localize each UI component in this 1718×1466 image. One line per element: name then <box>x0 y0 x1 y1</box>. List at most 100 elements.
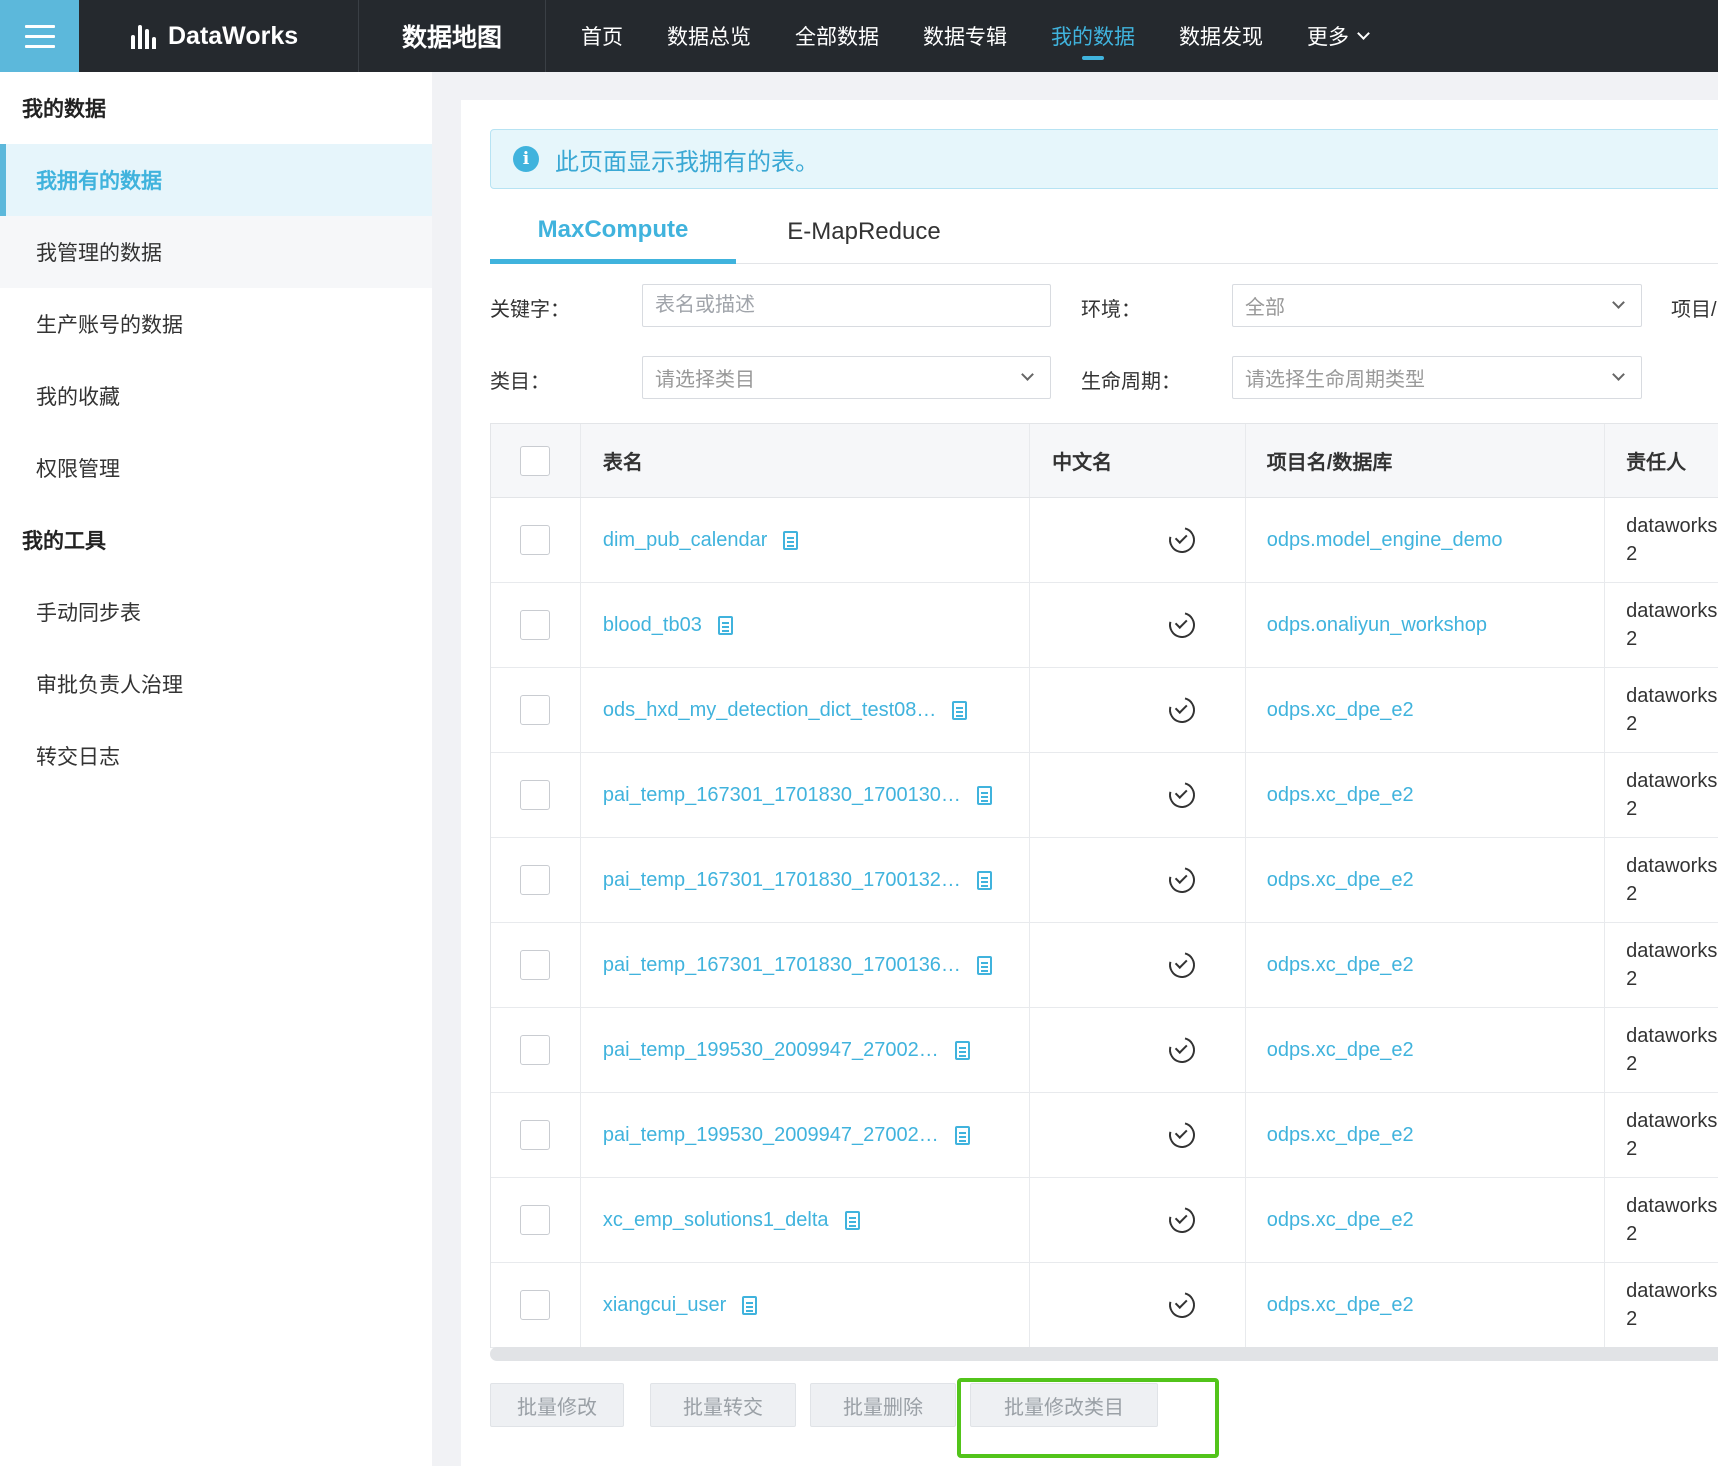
owner-line-1: dataworks <box>1626 600 1718 622</box>
header-owner: 责任人 <box>1626 452 1687 474</box>
project-cell: odps.xc_dpe_e2 <box>1246 1178 1606 1262</box>
nav-all-data[interactable]: 全部数据 <box>773 0 901 72</box>
category-label: 类目： <box>490 371 550 393</box>
project-link[interactable]: odps.xc_dpe_e2 <box>1267 869 1414 892</box>
chevron-down-icon <box>1357 27 1370 40</box>
dataworks-logo-icon <box>131 23 156 49</box>
edit-icon[interactable] <box>1164 522 1201 558</box>
table-name-link[interactable]: pai_temp_199530_2009947_27002… <box>603 1039 939 1062</box>
keyword-label: 关键字： <box>490 299 570 321</box>
table-name-cell: pai_temp_167301_1701830_1700132… <box>581 838 1031 922</box>
project-link[interactable]: odps.xc_dpe_e2 <box>1267 1294 1414 1317</box>
lifecycle-label: 生命周期： <box>1081 371 1181 393</box>
copy-document-icon[interactable] <box>976 785 992 805</box>
keyword-search-input[interactable] <box>642 284 1051 327</box>
sidebar: 我的数据 我拥有的数据 我管理的数据 生产账号的数据 我的收藏 权限管理 我的工… <box>0 72 432 1466</box>
copy-document-icon[interactable] <box>717 615 733 635</box>
project-link[interactable]: odps.xc_dpe_e2 <box>1267 699 1414 722</box>
table-name-link[interactable]: dim_pub_calendar <box>603 529 768 552</box>
nav-more[interactable]: 更多 <box>1285 0 1390 72</box>
project-link[interactable]: odps.xc_dpe_e2 <box>1267 1124 1414 1147</box>
nav-albums[interactable]: 数据专辑 <box>901 0 1029 72</box>
edit-icon[interactable] <box>1164 1287 1201 1323</box>
edit-icon[interactable] <box>1164 1117 1201 1153</box>
lifecycle-placeholder: 请选择生命周期类型 <box>1245 369 1425 391</box>
nav-home[interactable]: 首页 <box>559 0 645 72</box>
row-checkbox[interactable] <box>520 1035 551 1065</box>
menu-icon[interactable] <box>0 0 79 72</box>
lifecycle-select[interactable]: 请选择生命周期类型 <box>1232 356 1642 399</box>
row-checkbox[interactable] <box>520 780 551 810</box>
row-checkbox[interactable] <box>520 610 551 640</box>
project-link[interactable]: odps.xc_dpe_e2 <box>1267 1209 1414 1232</box>
table-header: 表名 中文名 项目名/数据库 责任人 <box>491 424 1718 498</box>
edit-icon[interactable] <box>1164 607 1201 643</box>
project-link[interactable]: odps.model_engine_demo <box>1267 529 1503 552</box>
sidebar-item-approver-governance[interactable]: 审批负责人治理 <box>0 648 432 720</box>
chinese-name-cell <box>1030 583 1246 667</box>
batch-edit-button[interactable]: 批量修改 <box>490 1383 624 1427</box>
copy-document-icon[interactable] <box>783 530 799 550</box>
row-checkbox[interactable] <box>520 950 551 980</box>
edit-icon[interactable] <box>1164 862 1201 898</box>
table-name-link[interactable]: xiangcui_user <box>603 1294 726 1317</box>
sidebar-item-owned-data[interactable]: 我拥有的数据 <box>0 144 432 216</box>
sidebar-item-favorites[interactable]: 我的收藏 <box>0 360 432 432</box>
nav-overview[interactable]: 数据总览 <box>645 0 773 72</box>
tab-maxcompute[interactable]: MaxCompute <box>490 200 736 264</box>
owner-cell: dataworks 2 <box>1605 753 1718 837</box>
table-name-link[interactable]: blood_tb03 <box>603 614 702 637</box>
nav-discovery[interactable]: 数据发现 <box>1157 0 1285 72</box>
edit-icon[interactable] <box>1164 1032 1201 1068</box>
sidebar-item-transfer-log[interactable]: 转交日志 <box>0 720 432 792</box>
project-link[interactable]: odps.xc_dpe_e2 <box>1267 954 1414 977</box>
row-checkbox[interactable] <box>520 1205 551 1235</box>
copy-document-icon[interactable] <box>976 955 992 975</box>
project-link[interactable]: odps.xc_dpe_e2 <box>1267 784 1414 807</box>
table-row: pai_temp_167301_1701830_1700132… odps.xc_… <box>491 838 1718 923</box>
table-name-link[interactable]: pai_temp_167301_1701830_1700132… <box>603 869 961 892</box>
table-name-link[interactable]: pai_temp_199530_2009947_27002… <box>603 1124 939 1147</box>
table-name-link[interactable]: xc_emp_solutions1_delta <box>603 1209 829 1232</box>
table-name-link[interactable]: ods_hxd_my_detection_dict_test08… <box>603 699 937 722</box>
sidebar-item-manual-sync[interactable]: 手动同步表 <box>0 576 432 648</box>
project-cell: odps.xc_dpe_e2 <box>1246 1093 1606 1177</box>
batch-delete-button[interactable]: 批量删除 <box>810 1383 956 1427</box>
table-name-link[interactable]: pai_temp_167301_1701830_1700130… <box>603 784 961 807</box>
copy-document-icon[interactable] <box>954 1040 970 1060</box>
copy-document-icon[interactable] <box>976 870 992 890</box>
brand[interactable]: DataWorks <box>79 0 359 72</box>
horizontal-scrollbar[interactable] <box>490 1347 1718 1361</box>
edit-icon[interactable] <box>1164 692 1201 728</box>
row-checkbox[interactable] <box>520 695 551 725</box>
copy-document-icon[interactable] <box>742 1295 758 1315</box>
edit-icon[interactable] <box>1164 1202 1201 1238</box>
row-checkbox[interactable] <box>520 525 551 555</box>
project-link[interactable]: odps.onaliyun_workshop <box>1267 614 1487 637</box>
copy-document-icon[interactable] <box>844 1210 860 1230</box>
copy-document-icon[interactable] <box>954 1125 970 1145</box>
category-select[interactable]: 请选择类目 <box>642 356 1051 399</box>
edit-icon[interactable] <box>1164 947 1201 983</box>
project-link[interactable]: odps.xc_dpe_e2 <box>1267 1039 1414 1062</box>
copy-document-icon[interactable] <box>952 700 968 720</box>
header-table-name: 表名 <box>581 424 1031 497</box>
chinese-name-cell <box>1030 498 1246 582</box>
tab-emapreduce[interactable]: E-MapReduce <box>736 200 992 264</box>
owner-line-1: dataworks <box>1626 940 1718 962</box>
row-checkbox-cell <box>491 1178 581 1262</box>
row-checkbox[interactable] <box>520 1290 551 1320</box>
environment-select[interactable]: 全部 <box>1232 284 1642 327</box>
row-checkbox[interactable] <box>520 865 551 895</box>
sidebar-item-permissions[interactable]: 权限管理 <box>0 432 432 504</box>
sidebar-item-managed-data[interactable]: 我管理的数据 <box>0 216 432 288</box>
select-all-checkbox[interactable] <box>520 445 551 476</box>
table-name-link[interactable]: pai_temp_167301_1701830_1700136… <box>603 954 961 977</box>
edit-icon[interactable] <box>1164 777 1201 813</box>
sidebar-item-production-account-data[interactable]: 生产账号的数据 <box>0 288 432 360</box>
nav-my-data[interactable]: 我的数据 <box>1029 0 1157 72</box>
chevron-down-icon <box>1021 368 1034 381</box>
row-checkbox[interactable] <box>520 1120 551 1150</box>
batch-transfer-button[interactable]: 批量转交 <box>650 1383 796 1427</box>
section-title[interactable]: 数据地图 <box>359 0 546 72</box>
